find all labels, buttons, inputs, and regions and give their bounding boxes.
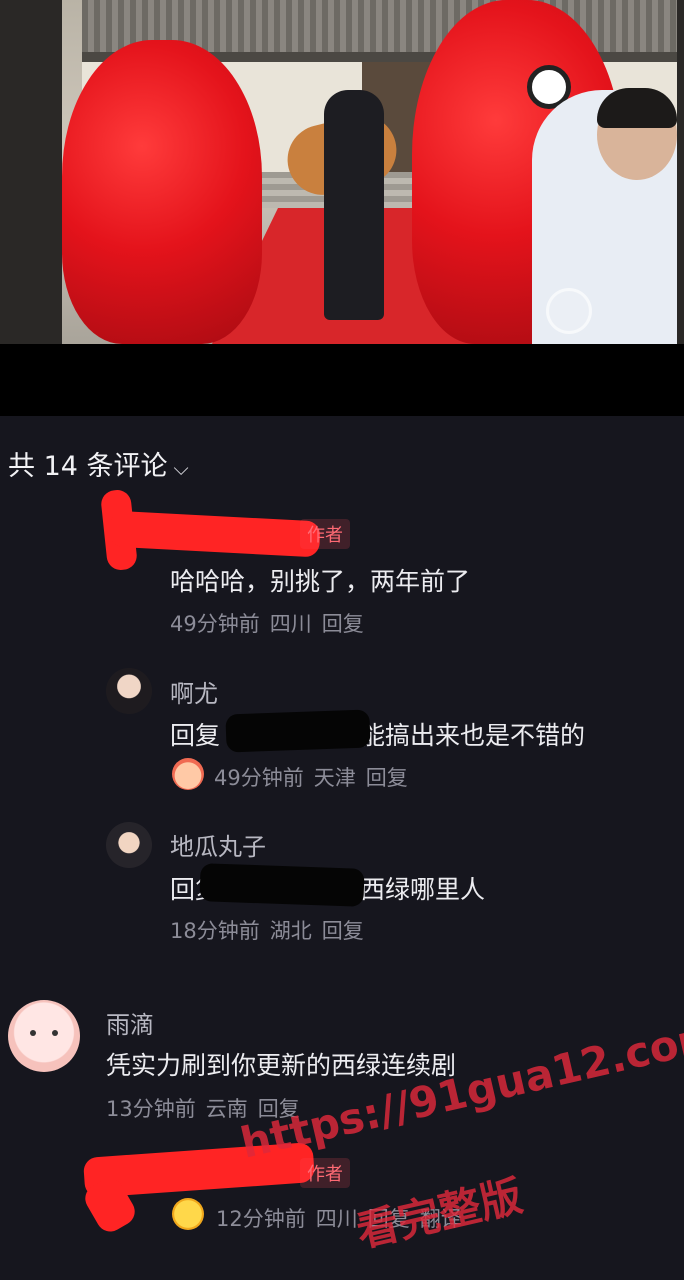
author-tag: 作者: [300, 519, 350, 549]
groom-figure: [324, 90, 384, 320]
comment-time: 49分钟前: [214, 766, 304, 790]
comment-meta: 49分钟前 天津 回复: [214, 762, 418, 792]
lion-dancer-left: [62, 40, 262, 344]
reply-button[interactable]: 回复: [366, 766, 408, 790]
comment-location: 云南: [205, 1097, 248, 1121]
comment-meta: 49分钟前 四川 回复: [170, 608, 374, 638]
avatar[interactable]: [106, 822, 152, 868]
laughing-emoji-icon: [172, 1198, 204, 1230]
comment-location: 四川: [269, 612, 312, 636]
redaction-mark: [225, 709, 371, 753]
comment-text: 凭实力刷到你更新的西绿连续剧: [106, 1051, 457, 1080]
comment-time: 12分钟前: [216, 1207, 306, 1231]
comment-time: 49分钟前: [170, 612, 260, 636]
avatar-eye: [52, 1030, 58, 1036]
avatar[interactable]: [106, 668, 152, 714]
watermark-caption: 看完整版: [352, 1170, 527, 1257]
redaction-mark: [199, 863, 365, 907]
reply-prefix: 回复: [170, 721, 221, 750]
video-frame[interactable]: [62, 0, 677, 344]
comment-time: 13分钟前: [106, 1097, 196, 1121]
comments-count-header[interactable]: 共 14 条评论 ⌵: [8, 444, 189, 483]
watermark-url: https://91gua12.com: [236, 1009, 684, 1168]
author-tag: 作者: [300, 1158, 350, 1188]
comment-time: 18分钟前: [170, 919, 260, 943]
reply-button[interactable]: 回复: [322, 612, 364, 636]
comment-meta: 18分钟前 湖北 回复: [170, 915, 374, 945]
reply-body: 能搞出来也是不错的: [360, 721, 586, 750]
reply-button[interactable]: 回复: [322, 919, 364, 943]
comment-username[interactable]: 雨滴: [106, 1005, 154, 1040]
chevron-down-icon[interactable]: ⌵: [174, 456, 189, 480]
sticker-icon: [172, 758, 204, 790]
comment-username[interactable]: 地瓜丸子: [170, 827, 266, 862]
comment-location: 四川: [315, 1207, 358, 1231]
video-control-icon[interactable]: [546, 288, 592, 334]
redaction-mark: [109, 510, 321, 558]
avatar-eye: [30, 1030, 36, 1036]
comment-location: 湖北: [269, 919, 312, 943]
reply-body: 西绿哪里人: [360, 875, 486, 904]
comments-count-label: 共 14 条评论: [8, 451, 168, 482]
comment-location: 天津: [313, 766, 356, 790]
video-letterbox: [0, 344, 684, 416]
comment-text: 哈哈哈，别挑了，两年前了: [170, 567, 471, 596]
video-player[interactable]: [0, 0, 684, 344]
comment-username[interactable]: 啊尤: [170, 674, 218, 709]
avatar[interactable]: [8, 1000, 80, 1072]
